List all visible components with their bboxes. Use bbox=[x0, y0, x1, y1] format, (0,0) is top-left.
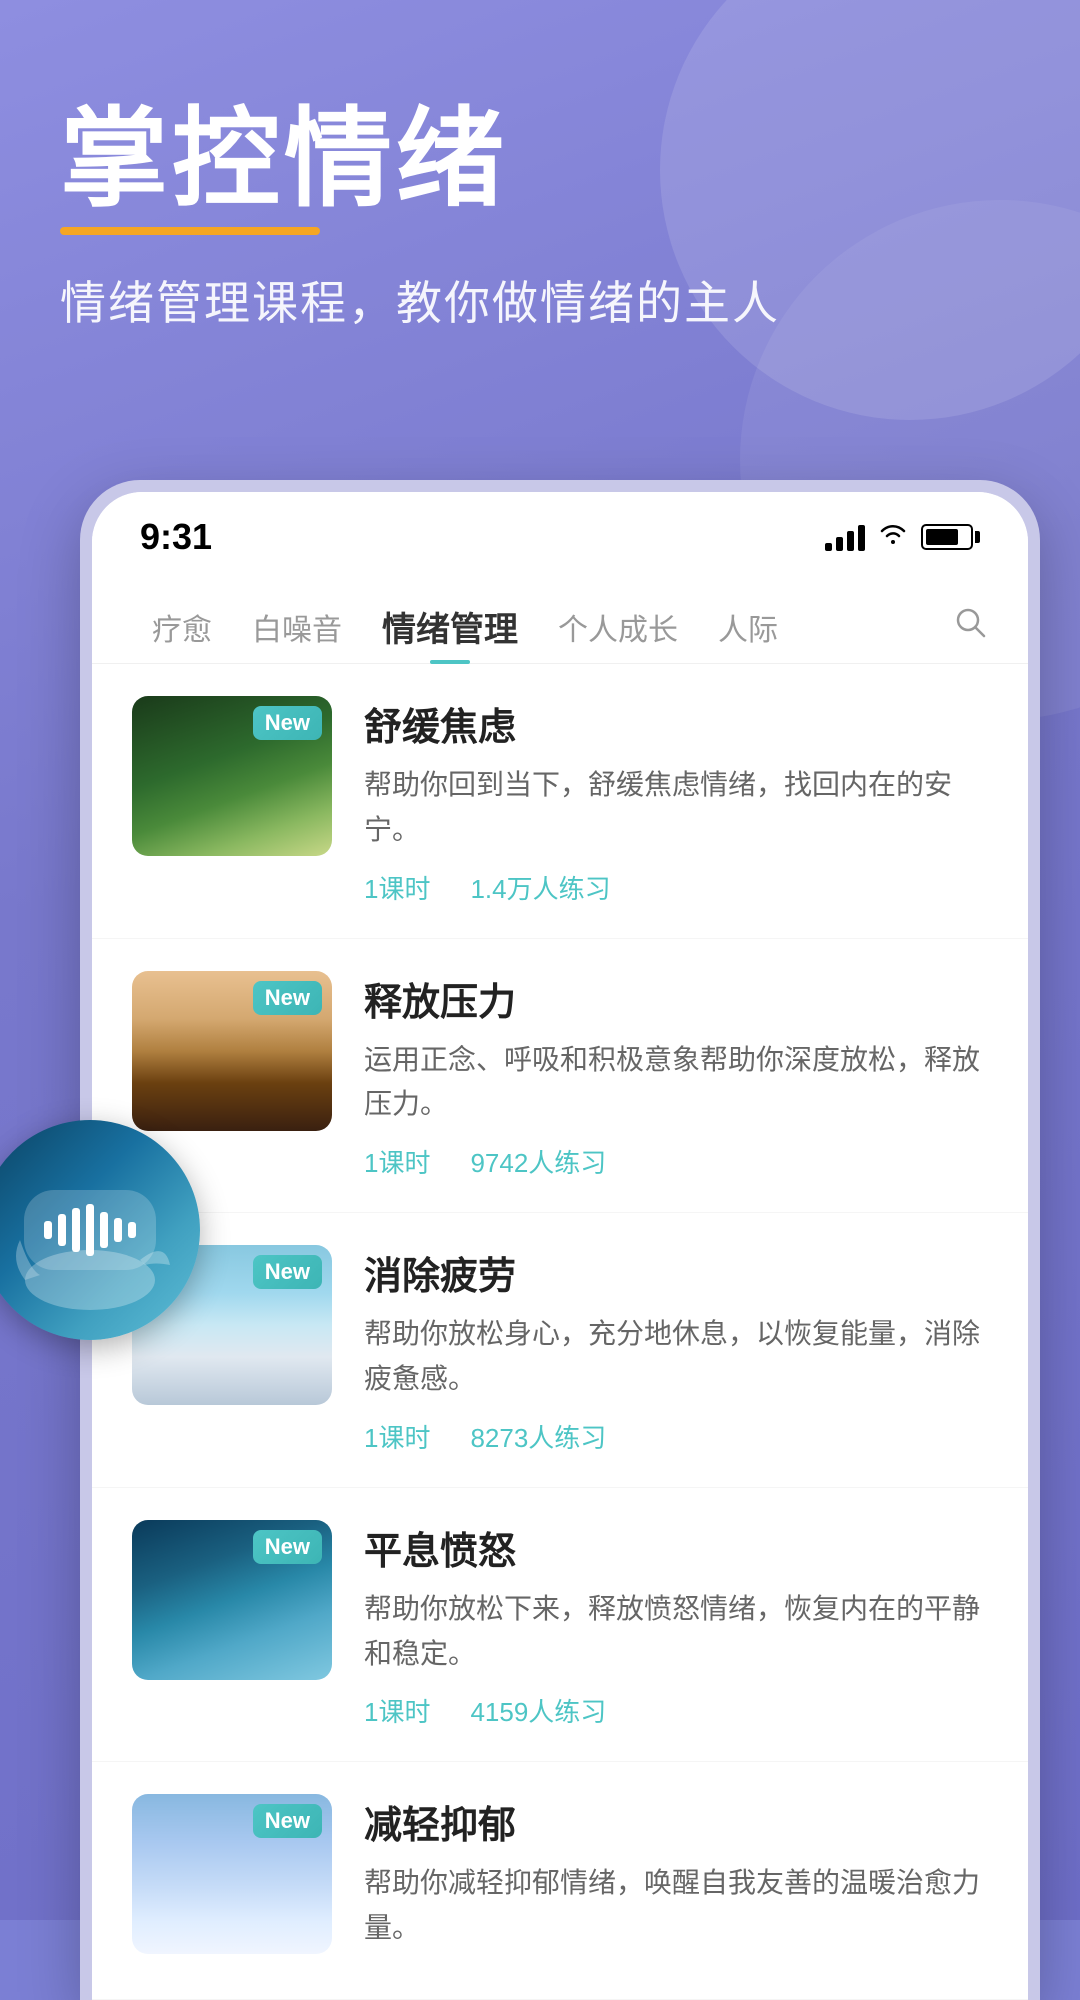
search-icon[interactable] bbox=[952, 604, 988, 649]
course-lessons-4: 1课时 bbox=[364, 1692, 430, 1729]
course-info-3: 消除疲劳 帮助你放松身心，充分地休息，以恢复能量，消除疲惫感。 1课时 8273… bbox=[364, 1245, 988, 1455]
course-title-2: 释放压力 bbox=[364, 971, 988, 1026]
course-meta-1: 1课时 1.4万人练习 bbox=[364, 869, 988, 906]
course-info-2: 释放压力 运用正念、呼吸和积极意象帮助你深度放松，释放压力。 1课时 9742人… bbox=[364, 971, 988, 1181]
course-meta-4: 1课时 4159人练习 bbox=[364, 1692, 988, 1729]
hero-underline-decoration bbox=[60, 227, 320, 235]
course-thumb-5: New bbox=[132, 1794, 332, 1954]
tab-emotion-management[interactable]: 情绪管理 bbox=[362, 590, 538, 663]
course-title-3: 消除疲劳 bbox=[364, 1245, 988, 1300]
course-item-1[interactable]: New 舒缓焦虑 帮助你回到当下，舒缓焦虑情绪，找回内在的安宁。 1课时 1.4… bbox=[92, 664, 1028, 939]
new-badge-2: New bbox=[253, 981, 322, 1015]
course-item-4[interactable]: New 平息愤怒 帮助你放松下来，释放愤怒情绪，恢复内在的平静和稳定。 1课时 … bbox=[92, 1488, 1028, 1763]
new-badge-3: New bbox=[253, 1255, 322, 1289]
tab-whitenoise[interactable]: 白噪音 bbox=[232, 593, 362, 661]
course-meta-3: 1课时 8273人练习 bbox=[364, 1418, 988, 1455]
phone-outer-frame: 9:31 bbox=[80, 480, 1040, 2000]
course-title-5: 减轻抑郁 bbox=[364, 1794, 988, 1849]
course-users-3: 8273人练习 bbox=[470, 1418, 606, 1455]
tab-healing[interactable]: 疗愈 bbox=[132, 593, 232, 661]
status-bar: 9:31 bbox=[92, 492, 1028, 570]
course-info-1: 舒缓焦虑 帮助你回到当下，舒缓焦虑情绪，找回内在的安宁。 1课时 1.4万人练习 bbox=[364, 696, 988, 906]
course-desc-3: 帮助你放松身心，充分地休息，以恢复能量，消除疲惫感。 bbox=[364, 1312, 988, 1402]
new-badge-1: New bbox=[253, 706, 322, 740]
course-desc-5: 帮助你减轻抑郁情绪，唤醒自我友善的温暖治愈力量。 bbox=[364, 1861, 988, 1951]
course-info-4: 平息愤怒 帮助你放松下来，释放愤怒情绪，恢复内在的平静和稳定。 1课时 4159… bbox=[364, 1520, 988, 1730]
hero-section: 掌控情绪 情绪管理课程，教你做情绪的主人 bbox=[60, 100, 780, 333]
tab-social[interactable]: 人际 bbox=[698, 593, 798, 661]
course-thumb-1: New bbox=[132, 696, 332, 856]
course-desc-1: 帮助你回到当下，舒缓焦虑情绪，找回内在的安宁。 bbox=[364, 763, 988, 853]
tab-personal-growth[interactable]: 个人成长 bbox=[538, 593, 698, 661]
course-info-5: 减轻抑郁 帮助你减轻抑郁情绪，唤醒自我友善的温暖治愈力量。 bbox=[364, 1794, 988, 1967]
course-list: New 舒缓焦虑 帮助你回到当下，舒缓焦虑情绪，找回内在的安宁。 1课时 1.4… bbox=[92, 664, 1028, 2000]
course-desc-2: 运用正念、呼吸和积极意象帮助你深度放松，释放压力。 bbox=[364, 1038, 988, 1128]
course-thumb-2: New bbox=[132, 971, 332, 1131]
course-title-4: 平息愤怒 bbox=[364, 1520, 988, 1575]
nav-tabs: 疗愈 白噪音 情绪管理 个人成长 人际 bbox=[92, 570, 1028, 664]
course-desc-4: 帮助你放松下来，释放愤怒情绪，恢复内在的平静和稳定。 bbox=[364, 1587, 988, 1677]
course-lessons-1: 1课时 bbox=[364, 869, 430, 906]
course-item-2[interactable]: New 释放压力 运用正念、呼吸和积极意象帮助你深度放松，释放压力。 1课时 9… bbox=[92, 939, 1028, 1214]
new-badge-5: New bbox=[253, 1804, 322, 1838]
status-icons bbox=[825, 521, 980, 553]
course-item-5[interactable]: New 减轻抑郁 帮助你减轻抑郁情绪，唤醒自我友善的温暖治愈力量。 bbox=[92, 1762, 1028, 2000]
hero-title: 掌控情绪 bbox=[60, 100, 780, 219]
course-users-4: 4159人练习 bbox=[470, 1692, 606, 1729]
course-title-1: 舒缓焦虑 bbox=[364, 696, 988, 751]
course-users-1: 1.4万人练习 bbox=[470, 869, 610, 906]
phone-inner-screen: 9:31 bbox=[92, 492, 1028, 2000]
status-time: 9:31 bbox=[140, 516, 212, 558]
course-lessons-2: 1课时 bbox=[364, 1143, 430, 1180]
wifi-icon bbox=[877, 521, 909, 553]
new-badge-4: New bbox=[253, 1530, 322, 1564]
course-thumb-4: New bbox=[132, 1520, 332, 1680]
course-meta-2: 1课时 9742人练习 bbox=[364, 1143, 988, 1180]
course-item-3[interactable]: New 消除疲劳 帮助你放松身心，充分地休息，以恢复能量，消除疲惫感。 1课时 … bbox=[92, 1213, 1028, 1488]
phone-mockup: 9:31 bbox=[80, 480, 1040, 1920]
hero-subtitle: 情绪管理课程，教你做情绪的主人 bbox=[60, 267, 780, 333]
signal-icon bbox=[825, 523, 865, 551]
battery-icon bbox=[921, 524, 980, 550]
course-users-2: 9742人练习 bbox=[470, 1143, 606, 1180]
course-lessons-3: 1课时 bbox=[364, 1418, 430, 1455]
